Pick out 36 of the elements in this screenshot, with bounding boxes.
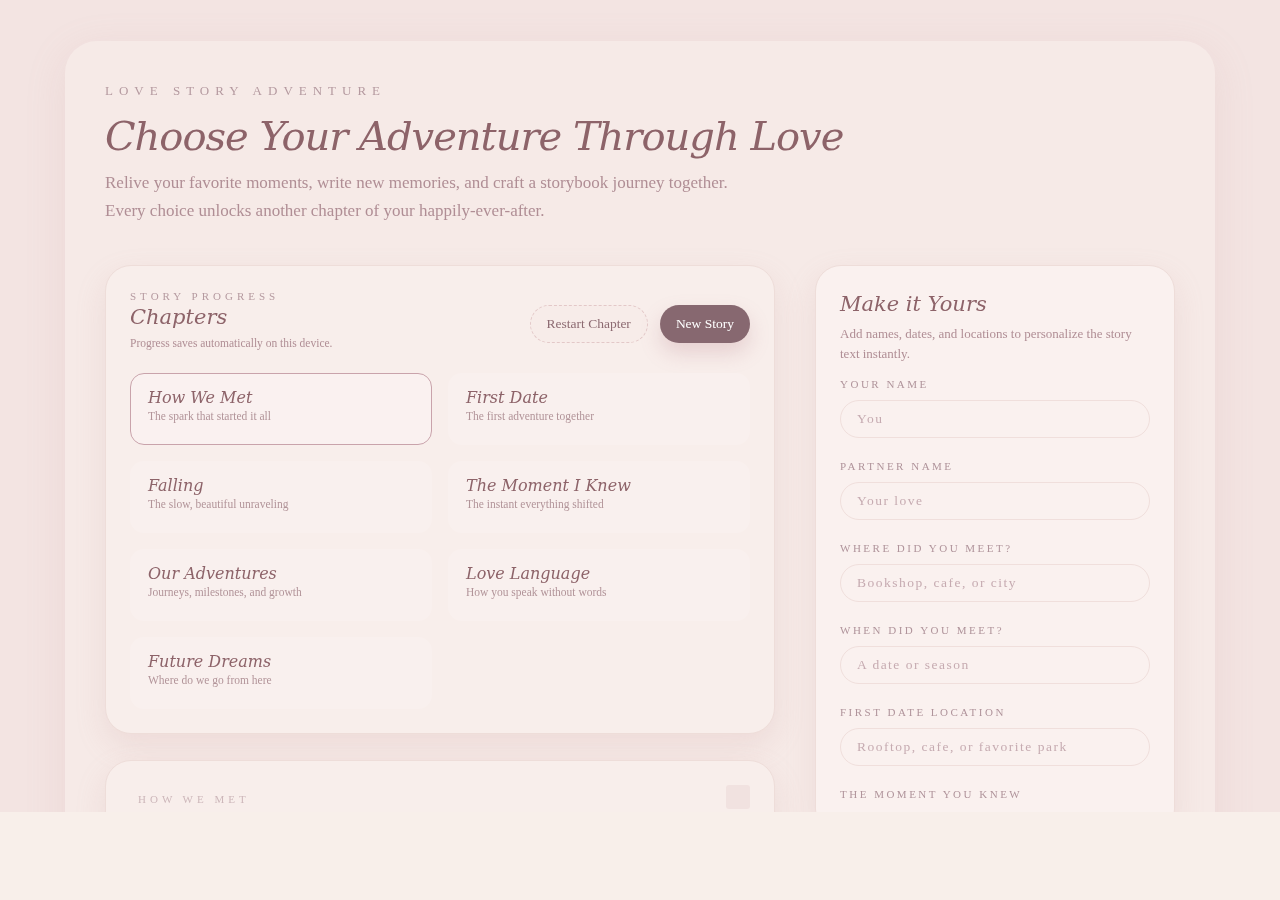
section-title: Chapters [130, 305, 229, 329]
field-label: PARTNER NAME [840, 460, 955, 472]
chapter-subtitle: Journeys, milestones, and growth [148, 586, 303, 598]
eyebrow-label: LOVE STORY ADVENTURE [105, 83, 388, 99]
new-story-button[interactable]: New Story [659, 305, 750, 343]
field-label: WHERE DID YOU MEET? [840, 542, 1014, 554]
panel-description: Add names, dates, and locations to personalize the story text instantly. [840, 325, 1133, 363]
restart-button[interactable]: Restart Chapter [529, 305, 648, 343]
page-subtitle: Relive your favorite moments, write new memories, and craft a storybook journey together. Every choice unlocks another chapter of your happily-ever-after. [105, 172, 729, 222]
chapter-subtitle: Where do we go from here [148, 674, 273, 686]
input-field[interactable]: You [840, 400, 1150, 438]
section-note: Progress saves automatically on this device. [130, 337, 333, 349]
input-field[interactable]: Bookshop, cafe, or city [840, 564, 1150, 602]
panel-title: Make it Yours [840, 292, 988, 316]
chapter-subtitle: The first adventure together [466, 410, 596, 422]
input-field[interactable]: Your love [840, 482, 1150, 520]
field-label: YOUR NAME [840, 378, 930, 390]
chapter-title: Love Language [466, 564, 592, 583]
chapter-title: The Moment I Knew [466, 476, 632, 495]
input-field[interactable]: Rooftop, cafe, or favorite park [840, 728, 1150, 766]
chapter-title: First Date [466, 388, 549, 407]
field-label: THE MOMENT YOU KNEW [840, 788, 1024, 800]
chapter-title: Our Adventures [148, 564, 278, 583]
chapter-title: Future Dreams [148, 652, 273, 671]
chapter-subtitle: How you speak without words [466, 586, 608, 598]
input-field[interactable]: A date or season [840, 646, 1150, 684]
page-title: Choose Your Adventure Through Love [105, 113, 845, 159]
chapter-subtitle: The slow, beautiful unraveling [148, 498, 290, 510]
chapter-subtitle: The instant everything shifted [466, 498, 605, 510]
section-label: STORY PROGRESS [130, 290, 281, 302]
field-label: FIRST DATE LOCATION [840, 706, 1007, 718]
field-label: WHEN DID YOU MEET? [840, 624, 1006, 636]
chapter-subtitle: The spark that started it all [148, 410, 272, 422]
chapter-card[interactable]: How We Met The spark that started it all [130, 373, 432, 445]
chapter-title: Falling [148, 476, 205, 495]
chapter-title: How We Met [148, 388, 254, 407]
